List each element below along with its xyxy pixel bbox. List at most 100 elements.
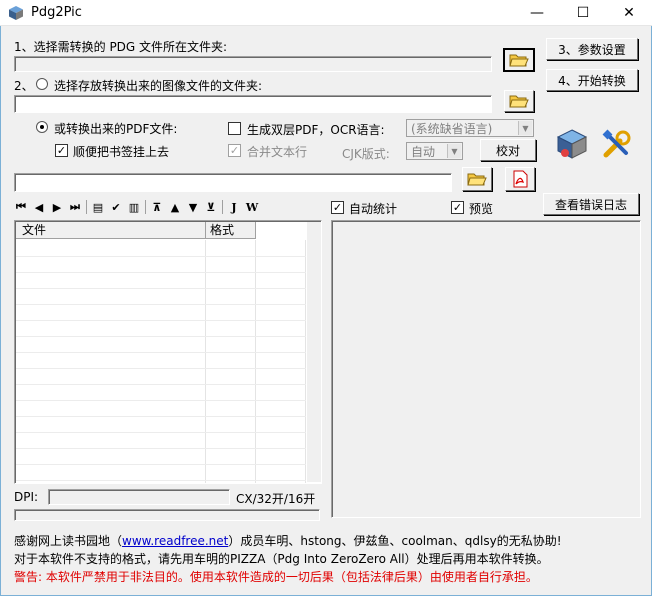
tools-icon[interactable]: [600, 127, 634, 161]
browse-source-button[interactable]: [503, 48, 535, 72]
check-icon[interactable]: ✔: [109, 200, 123, 214]
convert-pdf-label: 或转换出来的PDF文件:: [54, 122, 178, 136]
file-list-header: 文件 格式: [16, 222, 256, 239]
table-row: [16, 448, 306, 449]
preview-checkbox[interactable]: ✓: [451, 201, 464, 214]
convert-pdf-radio[interactable]: [36, 121, 48, 133]
chevron-down-icon: ▼: [518, 121, 532, 135]
file-toolbar: ⏮ ◀ ▶ ⏭ ▤ ✔ ▥ ⊼ ▲ ▼ ⊻ J W: [14, 200, 259, 214]
page-size-status: CX/32开/16开: [236, 492, 316, 506]
minimize-icon: —: [530, 5, 544, 21]
pdf-path-field[interactable]: [14, 173, 452, 192]
thanks-line: 感谢网上读书园地（www.readfree.net）成员车明、hstong、伊兹…: [14, 532, 562, 549]
grid-column: [256, 240, 306, 483]
previous-icon[interactable]: ◀: [32, 200, 46, 214]
pdf-icon: [513, 170, 528, 188]
preview-pane: [331, 220, 641, 518]
move-down-icon[interactable]: ▼: [186, 200, 200, 214]
app-icon: [8, 5, 24, 21]
settings-button[interactable]: 3、参数设置: [546, 38, 638, 60]
j-icon[interactable]: J: [227, 200, 241, 214]
maximize-button[interactable]: ☐: [560, 0, 606, 26]
thanks-suffix: ）成员车明、hstong、伊兹鱼、coolman、qdlsy的无私协助!: [228, 534, 562, 548]
browse-output-button[interactable]: [504, 90, 534, 112]
column-header-format[interactable]: 格式: [206, 222, 256, 238]
table-row: [16, 320, 306, 321]
minimize-button[interactable]: —: [514, 0, 560, 26]
output-folder-field[interactable]: [14, 95, 492, 113]
last-icon[interactable]: ⏭: [68, 200, 82, 214]
source-folder-field[interactable]: [14, 56, 492, 72]
grid-column: [206, 240, 256, 483]
file-list[interactable]: 文件 格式: [14, 220, 322, 484]
preview-label: 预览: [469, 202, 494, 216]
ocr-language-select[interactable]: (系统缺省语言) ▼: [406, 119, 534, 137]
output-folder-radio[interactable]: [36, 78, 48, 90]
merge-text-checkbox[interactable]: ✓: [228, 144, 241, 157]
dual-layer-label: 生成双层PDF，OCR语言:: [247, 123, 385, 137]
grid-column: [16, 240, 206, 483]
column-header-file[interactable]: 文件: [16, 222, 206, 238]
toolbar-separator: [222, 200, 223, 214]
thanks-prefix: 感谢网上读书园地（: [14, 534, 123, 548]
dpi-label: DPI:: [14, 490, 39, 504]
document-edit-icon[interactable]: ▥: [127, 200, 141, 214]
first-icon[interactable]: ⏮: [14, 200, 28, 214]
document-icon[interactable]: ▤: [91, 200, 105, 214]
title-bar: Pdg2Pic — ☐ ✕: [0, 0, 652, 26]
proofread-button[interactable]: 校对: [480, 139, 536, 161]
bookmark-label: 顺便把书签挂上去: [73, 145, 170, 159]
table-row: [16, 256, 306, 257]
table-row: [16, 288, 306, 289]
table-row: [16, 384, 306, 385]
table-row: [16, 368, 306, 369]
file-list-scrollbar[interactable]: [307, 222, 321, 482]
step2-prefix: 2、: [14, 79, 34, 93]
cjk-label: CJK版式:: [342, 147, 390, 161]
maximize-icon: ☐: [576, 5, 590, 21]
table-row: [16, 400, 306, 401]
move-bottom-icon[interactable]: ⊻: [204, 200, 218, 214]
cjk-layout-select[interactable]: 自动 ▼: [406, 142, 463, 160]
dual-layer-checkbox[interactable]: [228, 122, 241, 135]
table-row: [16, 416, 306, 417]
ocr-language-value: (系统缺省语言): [411, 121, 493, 136]
table-row: [16, 464, 306, 465]
toolbar-separator: [86, 200, 87, 214]
table-row: [16, 336, 306, 337]
table-row: [16, 304, 306, 305]
table-row: [16, 432, 306, 433]
toolbar-separator: [145, 200, 146, 214]
step2-label: 选择存放转换出来的图像文件的文件夹:: [54, 79, 263, 93]
folder-open-icon: [509, 54, 529, 67]
package-icon[interactable]: [555, 127, 589, 161]
dpi-progress: [48, 489, 230, 505]
step1-label: 1、选择需转换的 PDG 文件所在文件夹:: [14, 40, 228, 54]
table-row: [16, 480, 306, 481]
folder-open-icon: [467, 173, 487, 186]
start-convert-button[interactable]: 4、开始转换: [546, 69, 638, 91]
window-frame-left: [0, 26, 1, 596]
merge-text-label: 合并文本行: [247, 145, 308, 159]
browse-pdf-button[interactable]: [462, 167, 492, 191]
close-button[interactable]: ✕: [606, 0, 652, 26]
close-icon: ✕: [623, 5, 635, 21]
file-list-body: [16, 240, 306, 483]
auto-stat-checkbox[interactable]: ✓: [331, 201, 344, 214]
bookmark-checkbox[interactable]: ✓: [55, 144, 68, 157]
folder-open-icon: [509, 95, 529, 108]
w-icon[interactable]: W: [245, 200, 259, 214]
chevron-down-icon: ▼: [447, 144, 461, 158]
auto-stat-label: 自动统计: [349, 202, 398, 216]
cjk-layout-value: 自动: [411, 144, 436, 159]
readfree-link[interactable]: www.readfree.net: [122, 534, 228, 548]
table-row: [16, 272, 306, 273]
move-up-icon[interactable]: ▲: [168, 200, 182, 214]
move-top-icon[interactable]: ⊼: [150, 200, 164, 214]
view-error-log-button[interactable]: 查看错误日志: [543, 193, 639, 215]
status-bar: [14, 509, 320, 521]
warning-text: 警告: 本软件严禁用于非法目的。使用本软件造成的一切后果（包括法律后果）由使用者…: [14, 570, 538, 584]
next-icon[interactable]: ▶: [50, 200, 64, 214]
open-pdf-button[interactable]: [505, 167, 535, 191]
window-title: Pdg2Pic: [31, 5, 82, 20]
